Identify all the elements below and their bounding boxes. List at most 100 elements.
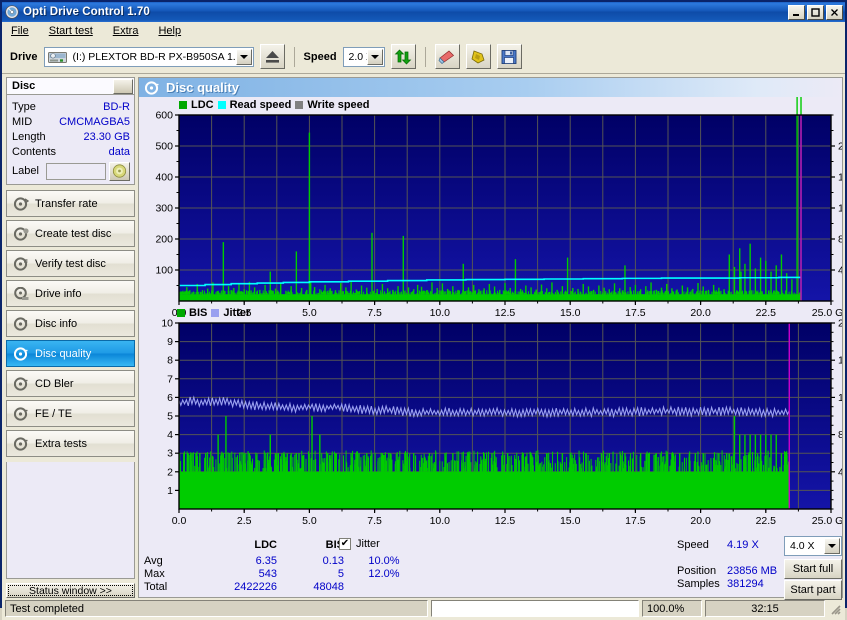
svg-text:8: 8: [167, 355, 173, 367]
stats-avg-jitter: 10.0%: [339, 555, 429, 567]
jitter-checkbox-group[interactable]: ✔ Jitter: [339, 538, 380, 550]
save-icon: [501, 49, 517, 65]
speed-select[interactable]: 2.0 X: [343, 47, 385, 67]
paint-icon: [469, 49, 487, 65]
svg-text:25.0 GB: 25.0 GB: [812, 515, 842, 527]
sidebar-item-fe-te[interactable]: FE / TE: [6, 400, 135, 427]
disc-info-icon: [14, 317, 29, 331]
stats-col-ldc: LDC: [197, 539, 277, 551]
panel-header: Disc quality: [139, 78, 842, 97]
disc-row-value: 23.30 GB: [84, 131, 130, 143]
legend-swatch-bis: [177, 309, 185, 317]
save-button[interactable]: [497, 44, 522, 69]
menu-item-file[interactable]: File: [8, 24, 32, 38]
svg-text:16%: 16%: [838, 355, 842, 367]
sidebar-item-disc-info[interactable]: Disc info: [6, 310, 135, 337]
legend-label-ldc: LDC: [191, 99, 214, 111]
test-speed-dropdown-arrow[interactable]: [824, 538, 840, 554]
main-body: Disc Type BD-R MID CMCMAGBA5 Length 23.3…: [2, 74, 845, 598]
disc-panel-header: Disc: [7, 78, 134, 95]
disc-quality-icon: [145, 81, 160, 95]
start-full-button[interactable]: Start full: [784, 559, 842, 579]
elapsed-time: 32:15: [705, 600, 825, 617]
disc-row-value: CMCMAGBA5: [59, 116, 130, 128]
speed-dropdown-arrow[interactable]: [367, 49, 383, 65]
refresh-button[interactable]: [391, 44, 416, 69]
toolbar-separator-2: [425, 47, 426, 67]
right-panel-column: Disc quality LDC Read speed Write speed: [138, 77, 843, 598]
legend-swatch-read-speed: [218, 101, 226, 109]
svg-text:3: 3: [167, 448, 173, 460]
svg-text:8%: 8%: [838, 429, 842, 441]
erase-button[interactable]: [435, 44, 460, 69]
eject-button[interactable]: [260, 44, 285, 69]
disc-row-key: Type: [12, 101, 36, 113]
eject-icon: [264, 49, 281, 65]
menu-label-file: File: [11, 25, 29, 37]
svg-text:500: 500: [155, 141, 173, 153]
drive-select[interactable]: (I:) PLEXTOR BD-R PX-B950SA 1.04: [44, 47, 254, 67]
stats-total-bis: 48048: [284, 581, 344, 593]
status-window-button[interactable]: Status window >>: [6, 583, 135, 598]
title-bar: Opti Drive Control 1.70: [2, 2, 845, 22]
svg-text:8 X: 8 X: [838, 234, 842, 246]
disc-label-input[interactable]: [46, 163, 106, 180]
disc-panel-action-button[interactable]: [113, 79, 133, 94]
toolbar: Drive (I:) PLEXTOR BD-R PX-B950SA 1.04 S…: [2, 40, 845, 74]
svg-text:400: 400: [155, 172, 173, 184]
toolbar-separator: [294, 47, 295, 67]
svg-text:20%: 20%: [838, 318, 842, 330]
sidebar-item-verify-test-disc[interactable]: Verify test disc: [6, 250, 135, 277]
disc-quality-icon: [14, 347, 29, 361]
start-part-button[interactable]: Start part: [784, 580, 842, 600]
menu-item-help[interactable]: Help: [155, 24, 184, 38]
minimize-button[interactable]: [788, 5, 805, 20]
disc-bler-icon: [14, 377, 29, 391]
refresh-icon: [394, 49, 412, 65]
legend-swatch-jitter: [211, 309, 219, 317]
sidebar-item-transfer-rate[interactable]: Transfer rate: [6, 190, 135, 217]
stats-max-jitter: 12.0%: [339, 568, 429, 580]
svg-text:4 X: 4 X: [838, 265, 842, 277]
disc-row-type: Type BD-R: [12, 99, 130, 114]
svg-text:5.0: 5.0: [302, 515, 317, 527]
app-disc-icon: [5, 5, 19, 19]
sidebar-item-cd-bler[interactable]: CD Bler: [6, 370, 135, 397]
menu-item-extra[interactable]: Extra: [110, 24, 142, 38]
jitter-checkbox[interactable]: ✔: [339, 538, 351, 550]
disc-info-rows: Type BD-R MID CMCMAGBA5 Length 23.30 GB …: [7, 95, 134, 184]
svg-text:5: 5: [167, 411, 173, 423]
svg-text:100: 100: [155, 265, 173, 277]
svg-text:300: 300: [155, 203, 173, 215]
svg-text:16 X: 16 X: [838, 172, 842, 184]
eraser-icon: [438, 49, 456, 65]
menu-item-start-test[interactable]: Start test: [46, 24, 96, 38]
sidebar-item-disc-quality[interactable]: Disc quality: [6, 340, 135, 367]
sidebar-item-create-test-disc[interactable]: Create test disc: [6, 220, 135, 247]
window-title: Opti Drive Control 1.70: [23, 6, 788, 18]
paint-button[interactable]: [466, 44, 491, 69]
maximize-button[interactable]: [807, 5, 824, 20]
disc-quality-panel: Disc quality LDC Read speed Write speed: [138, 77, 843, 598]
stats-max-ldc: 543: [197, 568, 277, 580]
svg-text:12.5: 12.5: [495, 515, 516, 527]
legend-label-bis: BIS: [189, 307, 207, 319]
sidebar-item-drive-info[interactable]: Drive info: [6, 280, 135, 307]
resize-grip-icon[interactable]: [828, 602, 842, 616]
legend-label-jitter: Jitter: [223, 307, 250, 319]
stats-row-label-total: Total: [144, 581, 167, 593]
test-speed-select[interactable]: 4.0 X: [784, 536, 842, 556]
chevron-down-icon: [828, 544, 836, 548]
disc-panel-title: Disc: [12, 80, 35, 92]
drive-dropdown-arrow[interactable]: [236, 49, 252, 65]
stats-row-label-avg: Avg: [144, 555, 163, 567]
sidebar-item-extra-tests[interactable]: Extra tests: [6, 430, 135, 457]
disc-refresh-button[interactable]: [109, 162, 130, 181]
chevron-down-icon: [240, 55, 248, 59]
disc-create-icon: [14, 227, 29, 241]
disc-label-row: Label: [12, 161, 130, 181]
close-button[interactable]: [826, 5, 843, 20]
stats-max-bis: 5: [284, 568, 344, 580]
sidebar-item-label: Disc info: [35, 318, 77, 330]
result-speed-value: 4.19 X: [727, 539, 759, 551]
